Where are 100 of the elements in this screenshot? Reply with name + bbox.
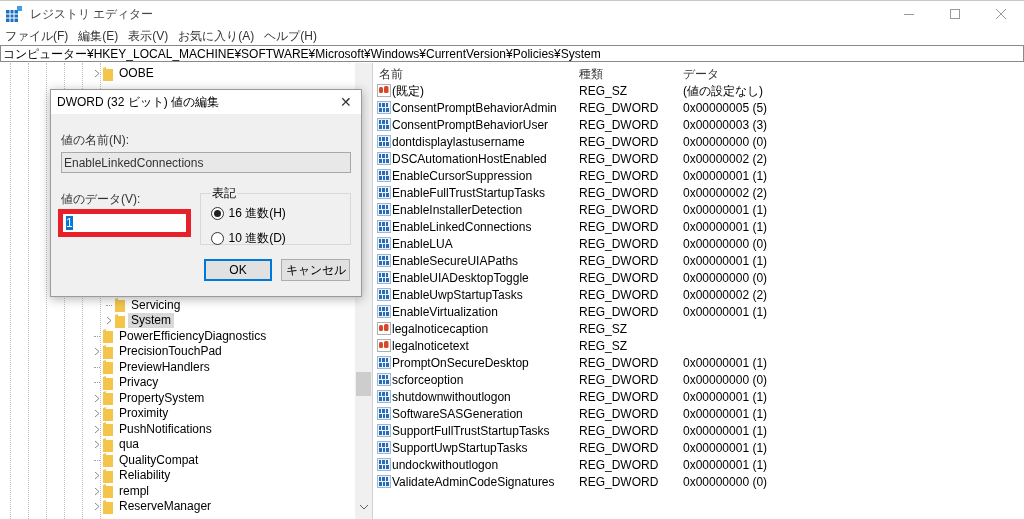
value-type: REG_DWORD xyxy=(579,422,660,440)
chevron-icon[interactable] xyxy=(106,316,112,326)
tree-item[interactable]: qua xyxy=(116,437,143,453)
value-data: 0x00000001 (1) xyxy=(683,422,768,440)
tree-item[interactable]: Servicing xyxy=(128,297,184,313)
value-type: REG_DWORD xyxy=(579,473,660,491)
value-name[interactable]: SupportUwpStartupTasks xyxy=(392,438,528,457)
value-name[interactable]: shutdownwithoutlogon xyxy=(392,387,511,406)
value-type: REG_DWORD xyxy=(579,167,660,185)
binary-value-icon xyxy=(377,373,391,386)
tree-item[interactable]: Reliability xyxy=(116,468,174,484)
radio-button[interactable] xyxy=(211,231,225,245)
binary-value-icon xyxy=(377,441,391,454)
value-name[interactable]: ConsentPromptBehaviorUser xyxy=(392,115,549,134)
folder-icon xyxy=(103,484,113,499)
value-name[interactable]: EnableUwpStartupTasks xyxy=(392,285,523,304)
tree-item[interactable]: Proximity xyxy=(116,406,172,422)
tree-item[interactable]: ReserveManager xyxy=(116,499,215,515)
value-name[interactable]: EnableFullTrustStartupTasks xyxy=(392,183,545,202)
value-name[interactable]: EnableCursorSuppression xyxy=(392,166,533,185)
binary-value-icon xyxy=(377,237,391,250)
tree-item[interactable]: PushNotifications xyxy=(116,421,215,437)
value-name[interactable]: (既定) xyxy=(392,81,424,100)
tree-item[interactable]: System xyxy=(128,313,174,329)
value-name[interactable]: EnableLinkedConnections xyxy=(392,217,532,236)
chevron-icon[interactable] xyxy=(94,502,100,512)
chevron-icon[interactable] xyxy=(94,393,100,403)
binary-value-icon xyxy=(377,407,391,420)
tree-item[interactable]: PreviewHandlers xyxy=(116,359,213,375)
tree-item[interactable]: OOBE xyxy=(116,66,157,82)
chevron-icon[interactable] xyxy=(94,69,100,79)
value-name[interactable]: DSCAutomationHostEnabled xyxy=(392,149,547,168)
binary-value-icon xyxy=(377,169,391,182)
tree-item[interactable]: rempl xyxy=(116,483,152,499)
chevron-icon[interactable] xyxy=(94,486,100,496)
value-field[interactable]: 1 xyxy=(58,209,191,237)
address-bar[interactable]: コンピューター¥HKEY_LOCAL_MACHINE¥SOFTWARE¥Microsoft¥Windows¥CurrentVersion¥Policies¥System xyxy=(0,45,1024,62)
binary-value-icon xyxy=(377,101,391,114)
value-name[interactable]: EnableSecureUIAPaths xyxy=(392,251,519,270)
binary-value-icon xyxy=(377,390,391,403)
chevron-icon[interactable] xyxy=(94,347,100,357)
value-name[interactable]: dontdisplaylastusername xyxy=(392,132,525,151)
column-header[interactable]: データ xyxy=(683,65,883,83)
value-data: 0x00000001 (1) xyxy=(683,456,768,474)
scroll-down-icon[interactable] xyxy=(359,505,368,510)
value-name[interactable]: ConsentPromptBehaviorAdmin xyxy=(392,98,557,117)
value-name[interactable]: SupportFullTrustStartupTasks xyxy=(392,421,550,440)
close-button[interactable]: ✕ xyxy=(331,90,361,114)
scrollbar-thumb[interactable] xyxy=(356,372,371,396)
value-name[interactable]: PromptOnSecureDesktop xyxy=(392,353,529,372)
field-label: 値のデータ(V): xyxy=(61,191,142,208)
minimize-icon xyxy=(904,13,914,15)
chevron-icon[interactable] xyxy=(94,409,100,419)
value-name[interactable]: undockwithoutlogon xyxy=(392,455,499,474)
value-type: REG_DWORD xyxy=(579,184,660,202)
tree-item[interactable]: PrecisionTouchPad xyxy=(116,344,225,360)
tree-item[interactable]: Privacy xyxy=(116,375,162,391)
chevron-icon[interactable] xyxy=(94,471,100,481)
cancel-button[interactable]: キャンセル xyxy=(281,259,350,281)
value-name[interactable]: EnableUIADesktopToggle xyxy=(392,268,529,287)
tree-item[interactable]: QualityCompat xyxy=(116,452,202,468)
value-name[interactable]: legalnoticecaption xyxy=(392,319,489,338)
value-data: 0x00000001 (1) xyxy=(683,201,768,219)
column-header[interactable]: 名前 xyxy=(377,65,579,83)
radio-option[interactable]: 10 進数(D) xyxy=(211,229,340,247)
menu-item[interactable]: ヘルプ(H) xyxy=(263,27,318,45)
chevron-icon[interactable] xyxy=(94,440,100,450)
value-name[interactable]: EnableLUA xyxy=(392,234,453,253)
folder-icon xyxy=(103,468,113,483)
value-data: 0x00000000 (0) xyxy=(683,235,768,253)
ok-button[interactable]: OK xyxy=(204,259,272,281)
group-label: 表記 xyxy=(212,186,237,200)
folder-icon xyxy=(103,437,113,452)
value-type: REG_DWORD xyxy=(579,269,660,287)
value-data: 0x00000001 (1) xyxy=(683,252,768,270)
value-name[interactable]: EnableInstallerDetection xyxy=(392,200,523,219)
value-type: REG_DWORD xyxy=(579,99,660,117)
value-name[interactable]: SoftwareSASGeneration xyxy=(392,404,523,423)
chevron-icon[interactable] xyxy=(94,424,100,434)
value-name[interactable]: legalnoticetext xyxy=(392,336,469,355)
value-name[interactable]: EnableVirtualization xyxy=(392,302,498,321)
column-header[interactable]: 種類 xyxy=(579,65,683,83)
tree-item[interactable]: PropertySystem xyxy=(116,390,208,406)
menu-item[interactable]: 編集(E) xyxy=(77,27,120,45)
value-name[interactable]: ValidateAdminCodeSignatures xyxy=(392,472,555,491)
menu-item[interactable]: ファイル(F) xyxy=(4,27,70,45)
maximize-icon xyxy=(950,9,960,19)
menu-item[interactable]: 表示(V) xyxy=(127,27,170,45)
value-data: 0x00000001 (1) xyxy=(683,405,768,423)
menu-item[interactable]: お気に入り(A) xyxy=(177,27,256,45)
folder-icon xyxy=(115,298,125,313)
radio-button[interactable] xyxy=(211,206,225,220)
string-value-icon xyxy=(377,322,391,335)
value-type: REG_DWORD xyxy=(579,252,660,270)
field-label: 値の名前(N): xyxy=(61,132,130,149)
value-name[interactable]: scforceoption xyxy=(392,370,464,389)
radio-option[interactable]: 16 進数(H) xyxy=(211,204,340,222)
tree-item[interactable]: PowerEfficiencyDiagnostics xyxy=(116,328,270,344)
value-type: REG_DWORD xyxy=(579,371,660,389)
folder-icon xyxy=(103,360,113,375)
